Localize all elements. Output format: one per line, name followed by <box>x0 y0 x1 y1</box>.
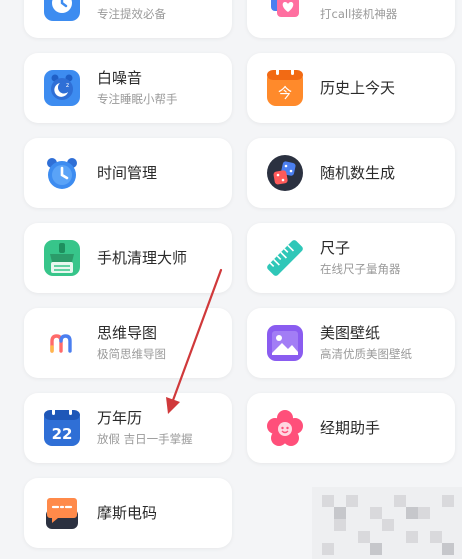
app-title: 随机数生成 <box>320 164 396 182</box>
app-subtitle: 极简思维导图 <box>97 347 166 361</box>
pixelated-watermark <box>312 487 462 559</box>
app-subtitle: 在线尺子量角器 <box>320 262 401 276</box>
app-card-ruler[interactable]: 尺子 在线尺子量角器 <box>247 223 455 293</box>
sleep-alarm-icon: z <box>44 70 80 106</box>
app-card-perpetual-calendar[interactable]: 22 万年历 放假 吉日一手掌握 <box>24 393 232 463</box>
app-card-period-assistant[interactable]: 经期助手 <box>247 393 455 463</box>
app-card-fan[interactable]: 打call接机神器 <box>247 0 455 38</box>
app-title: 摩斯电码 <box>97 504 158 522</box>
app-title: 万年历 <box>97 409 143 427</box>
app-title: 美图壁纸 <box>320 324 381 342</box>
app-title: 历史上今天 <box>320 79 396 97</box>
app-card-focus[interactable]: 专注提效必备 <box>24 0 232 38</box>
app-card-phone-cleaner[interactable]: 手机清理大师 <box>24 223 232 293</box>
wallpaper-icon <box>267 325 303 361</box>
app-card-mind-map[interactable]: 思维导图 极简思维导图 <box>24 308 232 378</box>
calendar-day-number: 22 <box>52 425 73 443</box>
app-card-random-number[interactable]: 随机数生成 <box>247 138 455 208</box>
app-title: 白噪音 <box>97 69 143 87</box>
heart-card-icon <box>267 0 303 21</box>
app-card-white-noise[interactable]: z 白噪音 专注睡眠小帮手 <box>24 53 232 123</box>
broom-icon <box>44 240 80 276</box>
app-card-wallpaper[interactable]: 美图壁纸 高清优质美图壁纸 <box>247 308 455 378</box>
clock-blue-icon <box>44 0 80 21</box>
app-card-morse-code[interactable]: 摩斯电码 <box>24 478 232 548</box>
app-subtitle: 打call接机神器 <box>320 7 398 21</box>
alarm-clock-icon <box>44 155 80 191</box>
app-card-history-today[interactable]: 今 历史上今天 <box>247 53 455 123</box>
dice-icon <box>267 155 303 191</box>
app-title: 经期助手 <box>320 419 381 437</box>
mindmap-m-icon <box>44 325 80 361</box>
app-subtitle: 专注提效必备 <box>97 7 166 21</box>
flower-icon <box>267 410 303 446</box>
morse-chat-icon <box>44 495 80 531</box>
app-card-time-management[interactable]: 时间管理 <box>24 138 232 208</box>
app-title: 手机清理大师 <box>97 249 188 267</box>
app-subtitle: 专注睡眠小帮手 <box>97 92 178 106</box>
app-subtitle: 高清优质美图壁纸 <box>320 347 412 361</box>
svg-text:今: 今 <box>278 86 292 102</box>
svg-text:z: z <box>66 82 69 89</box>
ruler-icon <box>267 240 303 276</box>
calendar-22-icon: 22 <box>44 410 80 446</box>
app-title: 时间管理 <box>97 164 158 182</box>
app-title: 尺子 <box>320 239 351 257</box>
app-title: 思维导图 <box>97 324 158 342</box>
calendar-today-icon: 今 <box>267 70 303 106</box>
app-subtitle: 放假 吉日一手掌握 <box>97 432 193 446</box>
